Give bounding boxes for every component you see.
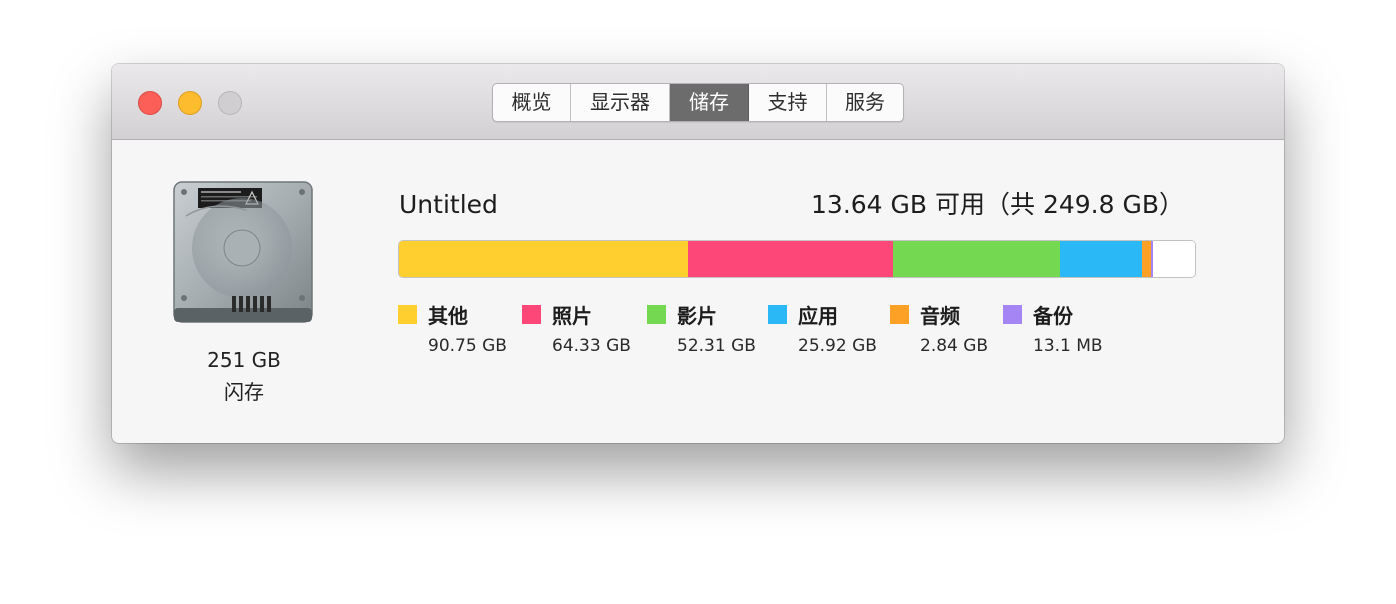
disk-size: 251 GB [207,348,281,372]
minimize-button[interactable] [178,91,202,115]
legend-swatch [768,305,787,324]
storage-segment-2[interactable] [893,241,1060,277]
legend-swatch [1003,305,1022,324]
storage-panel: 251 GB 闪存 Untitled 13.64 GB 可用（共 249.8 G… [112,140,1284,443]
close-button[interactable] [138,91,162,115]
volume-free-space: 13.64 GB 可用（共 249.8 GB） [811,190,1184,219]
hard-drive-icon [173,181,313,323]
legend-label: 音频 [920,304,960,328]
storage-segment-3[interactable] [1059,241,1143,277]
legend-label: 应用 [798,304,838,328]
legend-value: 25.92 GB [798,336,877,356]
legend-value: 52.31 GB [677,336,756,356]
legend-label: 其他 [428,304,468,328]
zoom-button[interactable] [218,91,242,115]
legend-label: 照片 [552,304,592,328]
storage-segment-free [1153,241,1195,277]
legend-label: 备份 [1033,304,1073,328]
legend-swatch [522,305,541,324]
storage-segment-1[interactable] [688,241,894,277]
legend-label: 影片 [677,304,717,328]
tab-bar: 概览 显示器 储存 支持 服务 [492,83,904,122]
volume-name: Untitled [399,190,498,219]
legend-swatch [890,305,909,324]
storage-usage-bar [398,240,1196,278]
disk-kind: 闪存 [224,380,264,404]
tab-storage[interactable]: 储存 [670,84,749,121]
legend-swatch [647,305,666,324]
legend-value: 90.75 GB [428,336,507,356]
tab-support[interactable]: 支持 [749,84,827,121]
title-bar: 概览 显示器 储存 支持 服务 [112,64,1284,140]
legend-value: 2.84 GB [920,336,989,356]
about-this-mac-window: 概览 显示器 储存 支持 服务 251 GB 闪存 Untitled 13.64… [112,64,1284,443]
tab-displays[interactable]: 显示器 [571,84,670,121]
tab-service[interactable]: 服务 [827,84,903,121]
storage-segment-4[interactable] [1142,241,1152,277]
tab-overview[interactable]: 概览 [493,84,571,121]
legend-value: 13.1 MB [1033,336,1103,356]
storage-legend: 其他 90.75 GB 照片 64.33 GB 影片 52.31 GB 应用 25.92 GB… [398,300,1196,380]
legend-value: 64.33 GB [552,336,631,356]
storage-segment-0[interactable] [399,241,689,277]
legend-swatch [398,305,417,324]
